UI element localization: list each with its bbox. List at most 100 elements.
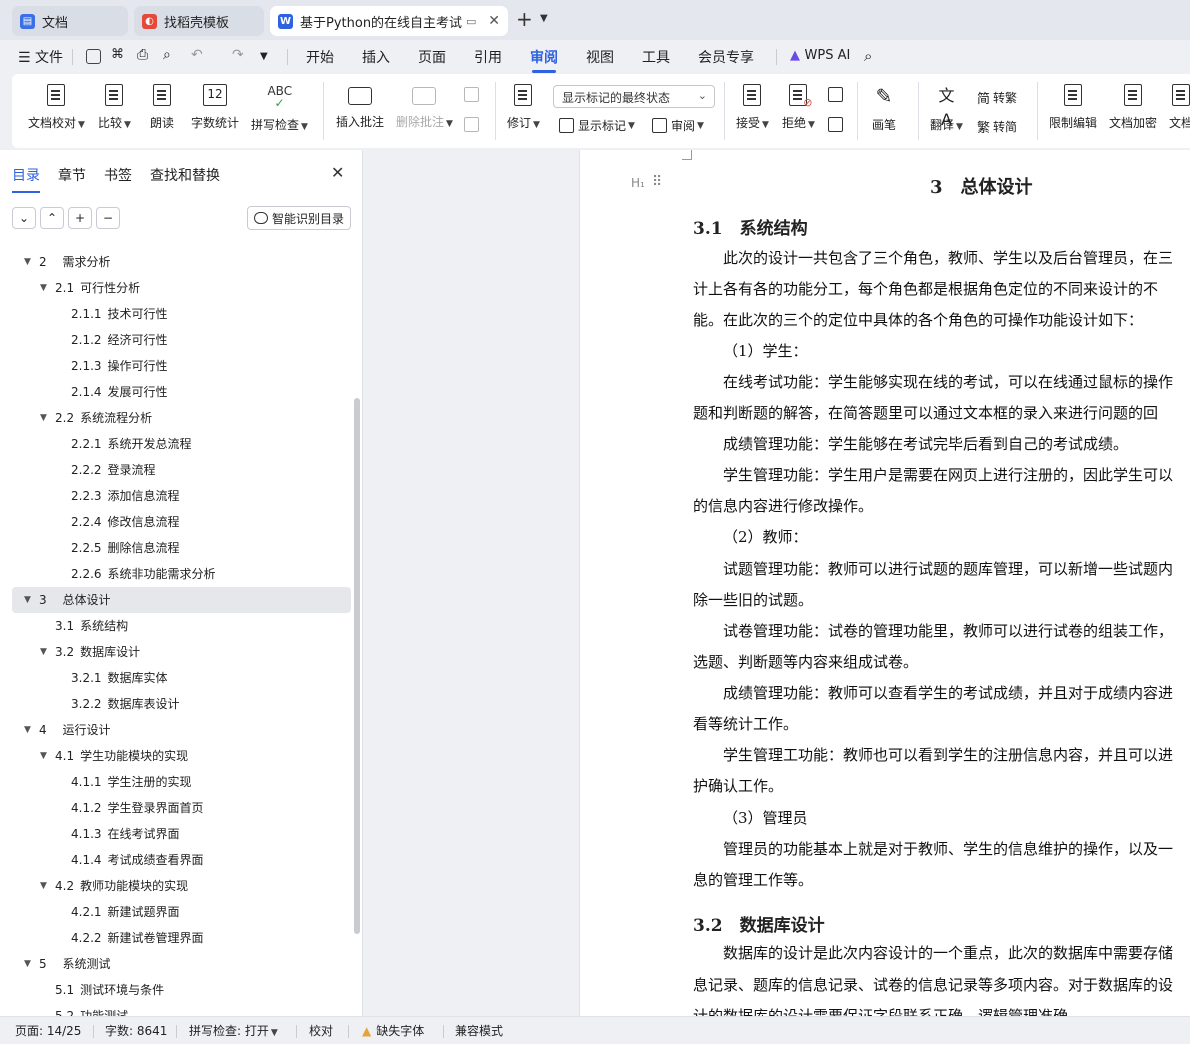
toc-item[interactable]: ▼ 4.2 教师功能模块的实现 [12, 873, 351, 899]
heading-level-icon[interactable]: H₁ [631, 176, 645, 190]
save-icon[interactable] [86, 49, 101, 64]
to-simplified-button[interactable]: 繁转简 [977, 117, 1017, 136]
toc-item[interactable]: ▼ 5 系统测试 [12, 951, 351, 977]
next-change-icon[interactable] [828, 117, 847, 132]
doc-proofread-button[interactable]: 文档校对 ▼ [28, 84, 85, 131]
tab-docs[interactable]: ▤ 文档 [12, 6, 128, 36]
toc-item[interactable]: 4.1.1 学生注册的实现 [12, 769, 351, 795]
collapse-arrow-icon[interactable]: ▼ [40, 743, 47, 769]
toc-item[interactable]: 4.1.4 考试成绩查看界面 [12, 847, 351, 873]
print-icon[interactable]: ⎙ [137, 47, 148, 63]
toc-item[interactable]: 2.2.2 登录流程 [12, 457, 351, 483]
menu-member[interactable]: 会员专享 [698, 47, 754, 67]
drag-handle-icon[interactable]: ⠿ [652, 174, 662, 190]
toc-item[interactable]: 4.1.2 学生登录界面首页 [12, 795, 351, 821]
toc-item[interactable]: ▼ 4.1 学生功能模块的实现 [12, 743, 351, 769]
file-menu[interactable]: ☰ 文件 [18, 47, 63, 67]
restrict-edit-button[interactable]: 限制编辑 [1049, 84, 1097, 131]
toc-item[interactable]: 4.1.3 在线考试界面 [12, 821, 351, 847]
brush-button[interactable]: ✎ 画笔 [872, 84, 896, 133]
toc-item[interactable]: ▼ 2 需求分析 [12, 249, 351, 275]
menu-tools[interactable]: 工具 [642, 47, 670, 67]
toc-item[interactable]: 2.1.3 操作可行性 [12, 353, 351, 379]
next-comment-icon[interactable] [464, 117, 483, 132]
toc-item[interactable]: 2.1.2 经济可行性 [12, 327, 351, 353]
accept-button[interactable]: 接受 ▼ [736, 84, 769, 131]
track-changes-button[interactable]: 修订 ▼ [507, 84, 540, 131]
reject-button[interactable]: ⊘ 拒绝 ▼ [782, 84, 815, 131]
screen-icon[interactable]: ▭ [466, 15, 476, 28]
toc-item[interactable]: ▼ 2.1 可行性分析 [12, 275, 351, 301]
collapse-arrow-icon[interactable]: ▼ [24, 951, 31, 977]
read-aloud-button[interactable]: 朗读 [150, 84, 174, 131]
export-pdf-icon[interactable]: ⌘ [111, 47, 124, 62]
menu-insert[interactable]: 插入 [362, 47, 390, 67]
previous-change-icon[interactable] [828, 87, 847, 102]
smart-toc-button[interactable]: 智能识别目录 [247, 206, 351, 230]
toc-item[interactable]: 2.1.4 发展可行性 [12, 379, 351, 405]
translate-button[interactable]: 文A 翻译 ▼ [930, 84, 963, 133]
insert-comment-button[interactable]: 插入批注 [336, 84, 384, 130]
menu-page[interactable]: 页面 [418, 47, 446, 67]
tab-bookmarks[interactable]: 书签 [104, 165, 132, 185]
doc-more-button[interactable]: 文档 [1169, 84, 1190, 131]
tab-toc[interactable]: 目录 [12, 165, 40, 193]
menu-view[interactable]: 视图 [586, 47, 614, 67]
compat-mode-status[interactable]: 兼容模式 [455, 1022, 503, 1039]
toc-item[interactable]: ▼ 3.2 数据库设计 [12, 639, 351, 665]
menu-home[interactable]: 开始 [306, 47, 334, 67]
collapse-arrow-icon[interactable]: ▼ [24, 587, 31, 613]
toc-item[interactable]: 5.1 测试环境与条件 [12, 977, 351, 1003]
collapse-down-icon[interactable]: ⌄ [12, 207, 36, 229]
toc-item[interactable]: 3.1 系统结构 [12, 613, 351, 639]
expand-up-icon[interactable]: ⌃ [40, 207, 64, 229]
undo-icon[interactable]: ↶ [191, 47, 203, 63]
collapse-arrow-icon[interactable]: ▼ [40, 639, 47, 665]
show-markup-button[interactable]: 显示标记 ▼ [559, 117, 635, 134]
toc-item[interactable]: 2.2.1 系统开发总流程 [12, 431, 351, 457]
scrollbar[interactable] [354, 398, 360, 934]
redo-icon[interactable]: ↷ [232, 47, 244, 63]
toc-item[interactable]: ▼ 4 运行设计 [12, 717, 351, 743]
chevron-down-icon[interactable]: ▼ [540, 13, 548, 24]
wps-ai-button[interactable]: ▲ WPS AI [790, 48, 850, 63]
previous-comment-icon[interactable] [464, 87, 483, 102]
spell-check-button[interactable]: ABC 拼写检查▼ [251, 84, 308, 133]
to-traditional-button[interactable]: 简转繁 [977, 88, 1017, 107]
tab-current-document[interactable]: W 基于Python的在线自主考试系 ▭ ✕ [270, 6, 508, 36]
proofread-status[interactable]: 校对 [309, 1022, 333, 1039]
close-icon[interactable]: ✕ [331, 163, 344, 182]
remove-heading-icon[interactable]: − [96, 207, 120, 229]
toc-item[interactable]: ▼ 3 总体设计 [12, 587, 351, 613]
add-heading-icon[interactable]: + [68, 207, 92, 229]
close-tab-icon[interactable]: ✕ [484, 13, 500, 29]
toc-item[interactable]: 2.1.1 技术可行性 [12, 301, 351, 327]
collapse-arrow-icon[interactable]: ▼ [40, 873, 47, 899]
missing-font-status[interactable]: ▲ 缺失字体 [362, 1022, 424, 1039]
print-preview-icon[interactable]: ⌕ [163, 47, 171, 63]
collapse-arrow-icon[interactable]: ▼ [24, 249, 31, 275]
toc-item[interactable]: 3.2.2 数据库表设计 [12, 691, 351, 717]
tab-find-replace[interactable]: 查找和替换 [150, 165, 220, 185]
delete-comment-button[interactable]: 删除批注 ▼ [396, 84, 453, 130]
spell-check-status[interactable]: 拼写检查: 打开 ▼ [189, 1022, 278, 1039]
collapse-arrow-icon[interactable]: ▼ [40, 405, 47, 431]
menu-review[interactable]: 审阅 [530, 47, 558, 73]
word-count-button[interactable]: 12 字数统计 [191, 84, 239, 131]
tab-docer-templates[interactable]: ◐ 找稻壳模板 [134, 6, 264, 36]
toc-item[interactable]: 2.2.5 删除信息流程 [12, 535, 351, 561]
toc-item[interactable]: 4.2.1 新建试题界面 [12, 899, 351, 925]
word-count-indicator[interactable]: 字数: 8641 [105, 1022, 167, 1039]
menu-references[interactable]: 引用 [474, 47, 502, 67]
markup-state-select[interactable]: 显示标记的最终状态 ⌄ [553, 85, 715, 108]
page-indicator[interactable]: 页面: 14/25 [15, 1022, 81, 1039]
chevron-down-icon[interactable]: ▼ [260, 51, 268, 62]
compare-button[interactable]: 比较 ▼ [98, 84, 131, 131]
search-icon[interactable]: ⌕ [864, 47, 872, 65]
document-page[interactable]: H₁ ⠿ 3 总体设计 3.1 系统结构 3.2 数据库设计 此次的设计一共包含… [579, 150, 1190, 1016]
toc-item[interactable]: 4.2.2 新建试卷管理界面 [12, 925, 351, 951]
toc-item[interactable]: 2.2.4 修改信息流程 [12, 509, 351, 535]
review-pane-button[interactable]: 审阅 ▼ [652, 117, 704, 134]
toc-item[interactable]: 2.2.6 系统非功能需求分析 [12, 561, 351, 587]
new-tab-icon[interactable]: + [516, 9, 533, 29]
